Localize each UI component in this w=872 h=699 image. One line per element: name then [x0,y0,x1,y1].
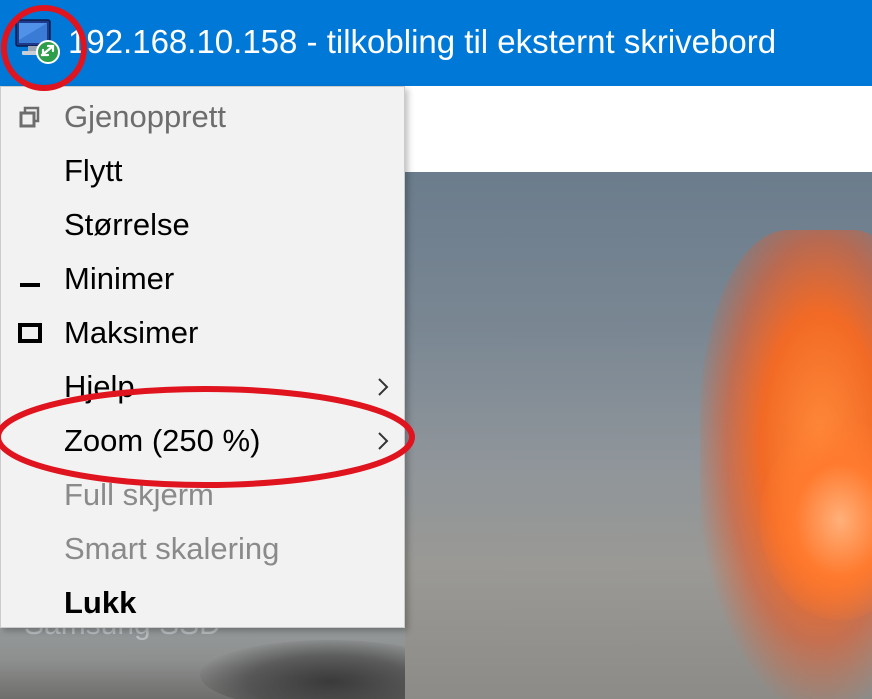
menu-item-smart-scaling[interactable]: Smart skalering [1,522,404,576]
menu-item-label: Gjenopprett [64,99,226,134]
menu-item-maximize[interactable]: Maksimer [1,306,404,360]
minimize-icon [20,283,40,287]
restore-icon [19,106,40,128]
remote-desktop-icon[interactable] [14,16,64,66]
menu-item-label: Flytt [64,153,123,188]
wallpaper-image [405,172,872,699]
maximize-icon [18,323,42,343]
chevron-right-icon [378,432,389,450]
menu-item-label: Minimer [64,261,175,296]
menu-item-label: Full skjerm [64,477,214,512]
menu-item-label: Smart skalering [64,531,280,566]
system-menu: Gjenopprett Flytt Størrelse Minimer Maks… [0,86,405,628]
menu-item-move[interactable]: Flytt [1,144,404,198]
menu-item-full-screen[interactable]: Full skjerm [1,468,404,522]
chevron-right-icon [378,378,389,396]
menu-item-label: Hjelp [64,369,135,404]
menu-item-size[interactable]: Størrelse [1,198,404,252]
window-title: 192.168.10.158 - tilkobling til eksternt… [68,23,777,60]
menu-item-label: Størrelse [64,207,190,242]
menu-item-label: Maksimer [64,315,199,350]
menu-item-restore[interactable]: Gjenopprett [1,90,404,144]
menu-item-label: Lukk [64,585,137,620]
menu-item-help[interactable]: Hjelp [1,360,404,414]
remote-desktop-window: Samsung SSD 192.168.10.158 - tilkobling … [0,0,872,699]
menu-item-zoom[interactable]: Zoom (250 %) [1,414,404,468]
wallpaper-dark-cloud [200,640,405,699]
menu-item-close[interactable]: Lukk [1,576,404,630]
menu-item-label: Zoom (250 %) [64,423,261,458]
title-bar[interactable]: 192.168.10.158 - tilkobling til eksternt… [0,0,872,86]
menu-item-minimize[interactable]: Minimer [1,252,404,306]
